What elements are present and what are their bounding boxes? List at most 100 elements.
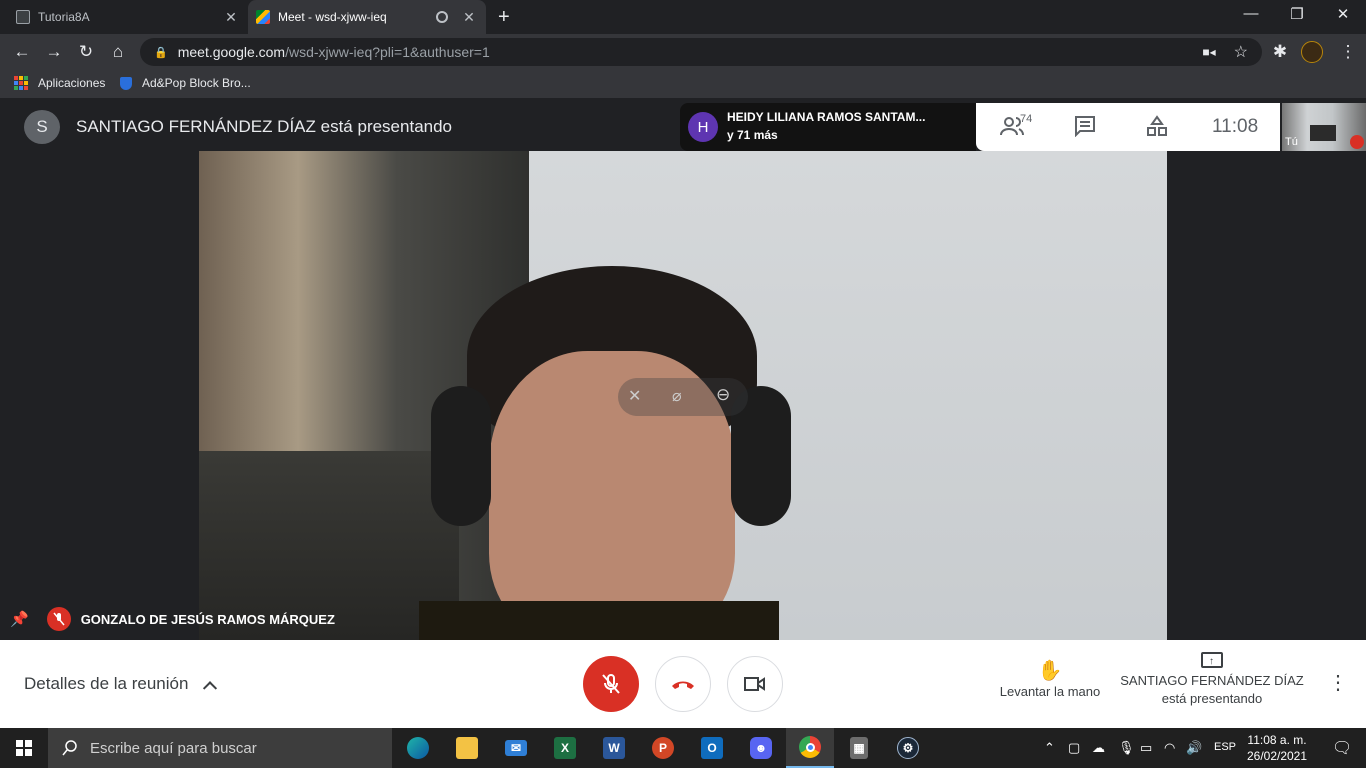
- presenting-name: SANTIAGO FERNÁNDEZ DÍAZ: [1120, 673, 1304, 688]
- taskbar-app-discord[interactable]: ☻: [737, 728, 785, 768]
- close-window-button[interactable]: ✕: [1320, 5, 1366, 23]
- back-icon[interactable]: ←: [12, 42, 32, 62]
- taskbar-app-outlook[interactable]: O: [688, 728, 736, 768]
- self-label: Tú: [1285, 136, 1298, 148]
- hand-icon: ✋: [1037, 660, 1063, 682]
- mic-off-icon: [602, 674, 620, 694]
- battery-icon[interactable]: ▭: [1140, 740, 1152, 756]
- volume-icon[interactable]: 🔊: [1186, 740, 1202, 756]
- profile-avatar[interactable]: [1301, 41, 1323, 63]
- new-tab-button[interactable]: +: [498, 6, 510, 29]
- tile-hover-controls: ✕ ⌀ ⊖: [618, 378, 748, 416]
- participant-avatar: H: [688, 112, 718, 142]
- self-view-tile[interactable]: Tú: [1282, 103, 1366, 151]
- taskbar-search[interactable]: Escribe aquí para buscar: [48, 728, 392, 768]
- taskbar-app-word[interactable]: W: [590, 728, 638, 768]
- meet-now-icon[interactable]: ▢: [1068, 740, 1080, 756]
- powerpoint-icon: P: [652, 737, 674, 759]
- pin-off-icon[interactable]: ✕: [628, 386, 641, 406]
- show-hidden-icons-icon[interactable]: ⌃: [1044, 740, 1055, 756]
- presenter-avatar: S: [24, 110, 60, 144]
- browser-tab-strip: Tutoria8A ✕ Meet - wsd-xjww-ieq ✕ + — ❐ …: [0, 0, 1366, 34]
- recording-dot-icon: [436, 11, 448, 23]
- system-tray: ⌃ ▢ ☁ 🎙 ▭ ◠ 🔊 ESP 11:08 a. m. 26/02/2021…: [1040, 728, 1366, 768]
- more-options-icon[interactable]: ⋮: [1328, 670, 1348, 695]
- taskbar-app-calculator[interactable]: ▦: [835, 728, 883, 768]
- apps-grid-icon: [14, 76, 28, 90]
- reload-icon[interactable]: ↻: [76, 42, 96, 62]
- mic-toggle-button[interactable]: [583, 656, 639, 712]
- taskbar-app-explorer[interactable]: [443, 728, 491, 768]
- chat-icon: [1075, 116, 1095, 138]
- outlook-icon: O: [701, 737, 723, 759]
- maximize-button[interactable]: ❐: [1274, 5, 1320, 23]
- taskbar-app-chrome[interactable]: [786, 728, 834, 768]
- raise-hand-button[interactable]: ✋ Levantar la mano: [990, 658, 1110, 699]
- hang-up-icon: [672, 681, 694, 689]
- search-icon: [62, 740, 77, 756]
- remove-participant-icon[interactable]: ⊖: [716, 385, 730, 405]
- discord-icon: ☻: [750, 737, 772, 759]
- bookmark-star-icon[interactable]: ☆: [1234, 42, 1248, 62]
- tab-meet[interactable]: Meet - wsd-xjww-ieq ✕: [248, 0, 486, 34]
- meeting-details-button[interactable]: Detalles de la reunión: [24, 674, 218, 696]
- clock-date: 26/02/2021: [1246, 749, 1308, 763]
- tab-title: Tutoria8A: [38, 10, 90, 24]
- onedrive-error-icon[interactable]: ☁: [1092, 740, 1105, 756]
- clock-time: 11:08 a. m.: [1247, 733, 1307, 747]
- word-icon: W: [603, 737, 625, 759]
- tab-close-icon[interactable]: ✕: [222, 9, 240, 26]
- bookmark-label: Ad&Pop Block Bro...: [142, 76, 251, 90]
- tab-tutoria8a[interactable]: Tutoria8A ✕: [8, 0, 248, 34]
- participants-preview[interactable]: H HEIDY LILIANA RAMOS SANTAM... y 71 más: [680, 103, 976, 151]
- address-bar[interactable]: 🔒 meet.google.com/wsd-xjww-ieq?pli=1&aut…: [140, 38, 1262, 66]
- mute-participant-icon[interactable]: ⌀: [672, 386, 682, 406]
- windows-taskbar: Escribe aquí para buscar ✉ X W P O ☻ ▦ ⚙…: [0, 728, 1366, 768]
- extensions-icon[interactable]: ✱: [1270, 42, 1290, 62]
- taskbar-app-excel[interactable]: X: [541, 728, 589, 768]
- minimize-button[interactable]: —: [1228, 5, 1274, 22]
- bookmark-adpop[interactable]: Ad&Pop Block Bro...: [120, 76, 251, 90]
- taskbar-app-steam[interactable]: ⚙: [884, 728, 932, 768]
- shield-icon: [120, 76, 132, 90]
- present-screen-icon: ↑: [1201, 652, 1223, 668]
- language-indicator[interactable]: ESP: [1214, 741, 1236, 753]
- url-host: meet.google.com: [177, 44, 286, 60]
- windows-logo-icon: [16, 740, 32, 756]
- taskbar-app-mail[interactable]: ✉: [492, 728, 540, 768]
- mail-icon: ✉: [505, 740, 527, 756]
- url-path: /wsd-xjww-ieq?pli=1&authuser=1: [285, 44, 490, 60]
- tab-close-icon[interactable]: ✕: [460, 9, 478, 26]
- self-mic-off-icon: [1350, 135, 1364, 149]
- taskbar-app-powerpoint[interactable]: P: [639, 728, 687, 768]
- chat-button[interactable]: [1074, 115, 1096, 142]
- self-video-object: [1310, 125, 1336, 141]
- bookmark-label: Aplicaciones: [38, 76, 106, 90]
- home-icon[interactable]: ⌂: [108, 42, 128, 62]
- taskbar-app-edge[interactable]: [394, 728, 442, 768]
- presenting-status: está presentando: [1161, 691, 1263, 706]
- meet-top-controls: 74 11:08: [976, 103, 1280, 151]
- microphone-icon[interactable]: 🎙: [1118, 740, 1135, 756]
- browser-menu-icon[interactable]: ⋮: [1338, 42, 1358, 62]
- steam-icon: ⚙: [897, 737, 919, 759]
- notifications-icon[interactable]: 🗨: [1332, 738, 1352, 758]
- pin-icon[interactable]: 📌: [10, 610, 29, 628]
- camera-toggle-button[interactable]: [727, 656, 783, 712]
- wifi-icon[interactable]: ◠: [1164, 740, 1175, 756]
- browser-toolbar: ← → ↻ ⌂ 🔒 meet.google.com/wsd-xjww-ieq?p…: [0, 34, 1366, 70]
- forward-icon[interactable]: →: [44, 42, 64, 62]
- presenting-button[interactable]: ↑ SANTIAGO FERNÁNDEZ DÍAZ está presentan…: [1112, 652, 1312, 708]
- system-clock[interactable]: 11:08 a. m. 26/02/2021: [1242, 732, 1312, 764]
- presenter-status: SANTIAGO FERNÁNDEZ DÍAZ está presentando: [76, 117, 453, 136]
- meeting-details-label: Detalles de la reunión: [24, 674, 189, 693]
- edge-icon: [407, 737, 429, 759]
- excel-icon: X: [554, 737, 576, 759]
- meet-bottom-bar: Detalles de la reunión ✋ Levantar la man…: [0, 640, 1366, 728]
- bookmark-apps[interactable]: Aplicaciones: [14, 76, 105, 90]
- activities-button[interactable]: [1146, 115, 1168, 142]
- start-button[interactable]: [0, 728, 48, 768]
- participant-name: HEIDY LILIANA RAMOS SANTAM...: [727, 110, 926, 124]
- leave-call-button[interactable]: [655, 656, 711, 712]
- camera-permission-icon[interactable]: ■◂: [1202, 45, 1215, 59]
